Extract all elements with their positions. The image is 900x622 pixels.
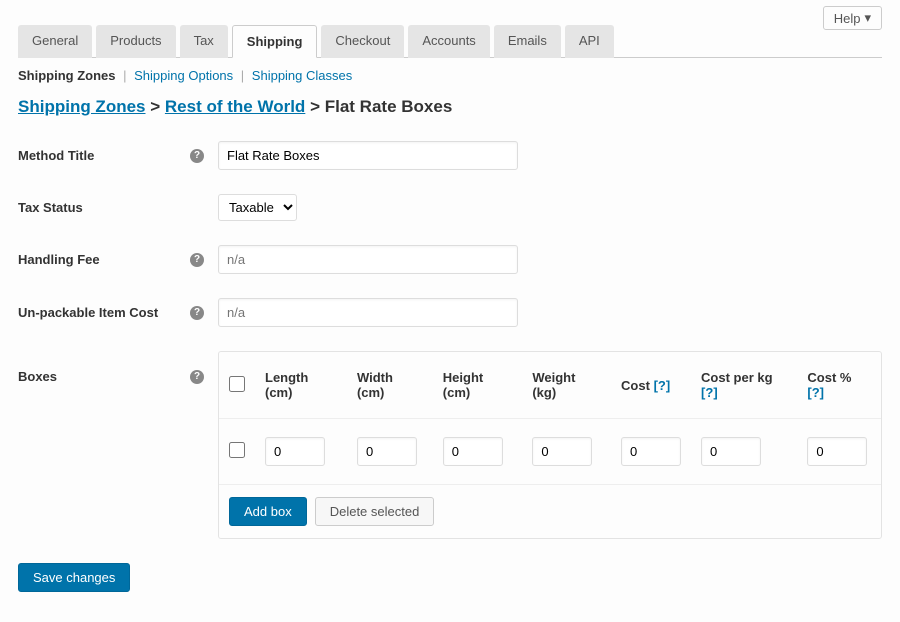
help-icon[interactable]: ? — [190, 370, 204, 384]
tab-api[interactable]: API — [565, 25, 614, 58]
help-icon[interactable]: ? — [190, 306, 204, 320]
subnav-options[interactable]: Shipping Options — [134, 68, 233, 83]
select-all-checkbox[interactable] — [229, 376, 245, 392]
th-cost-per-kg: Cost per kg — [701, 370, 773, 385]
help-icon[interactable]: ? — [190, 253, 204, 267]
tab-accounts[interactable]: Accounts — [408, 25, 489, 58]
method-title-label: Method Title — [18, 148, 94, 163]
handling-fee-input[interactable] — [218, 245, 518, 274]
height-input[interactable] — [443, 437, 503, 466]
boxes-table: Length (cm) Width (cm) Height (cm) Weigh… — [219, 352, 881, 485]
help-link[interactable]: [?] — [807, 385, 824, 400]
breadcrumb-current: Flat Rate Boxes — [325, 97, 453, 116]
help-dropdown[interactable]: Help ▾ — [823, 6, 882, 30]
breadcrumb-rest[interactable]: Rest of the World — [165, 97, 305, 116]
length-input[interactable] — [265, 437, 325, 466]
save-changes-button[interactable]: Save changes — [18, 563, 130, 592]
unpackable-input[interactable] — [218, 298, 518, 327]
th-height: Height (cm) — [433, 352, 523, 419]
th-cost-pct: Cost % — [807, 370, 851, 385]
help-link[interactable]: [?] — [701, 385, 718, 400]
settings-tabs: General Products Tax Shipping Checkout A… — [18, 24, 882, 58]
table-row — [219, 419, 881, 485]
row-checkbox[interactable] — [229, 442, 245, 458]
tab-products[interactable]: Products — [96, 25, 175, 58]
chevron-down-icon: ▾ — [864, 10, 871, 26]
help-label: Help — [834, 11, 861, 26]
handling-fee-label: Handling Fee — [18, 252, 100, 267]
add-box-button[interactable]: Add box — [229, 497, 307, 526]
subnav-classes[interactable]: Shipping Classes — [252, 68, 352, 83]
tax-status-label: Tax Status — [18, 200, 83, 215]
tab-tax[interactable]: Tax — [180, 25, 228, 58]
th-width: Width (cm) — [347, 352, 433, 419]
delete-selected-button[interactable]: Delete selected — [315, 497, 435, 526]
th-length: Length (cm) — [255, 352, 347, 419]
tab-checkout[interactable]: Checkout — [321, 25, 404, 58]
weight-input[interactable] — [532, 437, 592, 466]
tab-shipping[interactable]: Shipping — [232, 25, 318, 58]
breadcrumb: Shipping Zones > Rest of the World > Fla… — [18, 93, 882, 141]
th-cost: Cost — [621, 378, 650, 393]
help-link[interactable]: [?] — [654, 378, 671, 393]
tab-general[interactable]: General — [18, 25, 92, 58]
unpackable-label: Un-packable Item Cost — [18, 305, 158, 320]
breadcrumb-zones[interactable]: Shipping Zones — [18, 97, 146, 116]
shipping-subnav: Shipping Zones | Shipping Options | Ship… — [18, 58, 882, 93]
help-icon[interactable]: ? — [190, 149, 204, 163]
cost-per-kg-input[interactable] — [701, 437, 761, 466]
method-title-input[interactable] — [218, 141, 518, 170]
width-input[interactable] — [357, 437, 417, 466]
tax-status-select[interactable]: Taxable — [218, 194, 297, 221]
boxes-label: Boxes — [18, 369, 57, 384]
tab-emails[interactable]: Emails — [494, 25, 561, 58]
boxes-panel: Length (cm) Width (cm) Height (cm) Weigh… — [218, 351, 882, 539]
th-weight: Weight (kg) — [522, 352, 611, 419]
cost-pct-input[interactable] — [807, 437, 867, 466]
subnav-zones[interactable]: Shipping Zones — [18, 68, 116, 83]
cost-input[interactable] — [621, 437, 681, 466]
